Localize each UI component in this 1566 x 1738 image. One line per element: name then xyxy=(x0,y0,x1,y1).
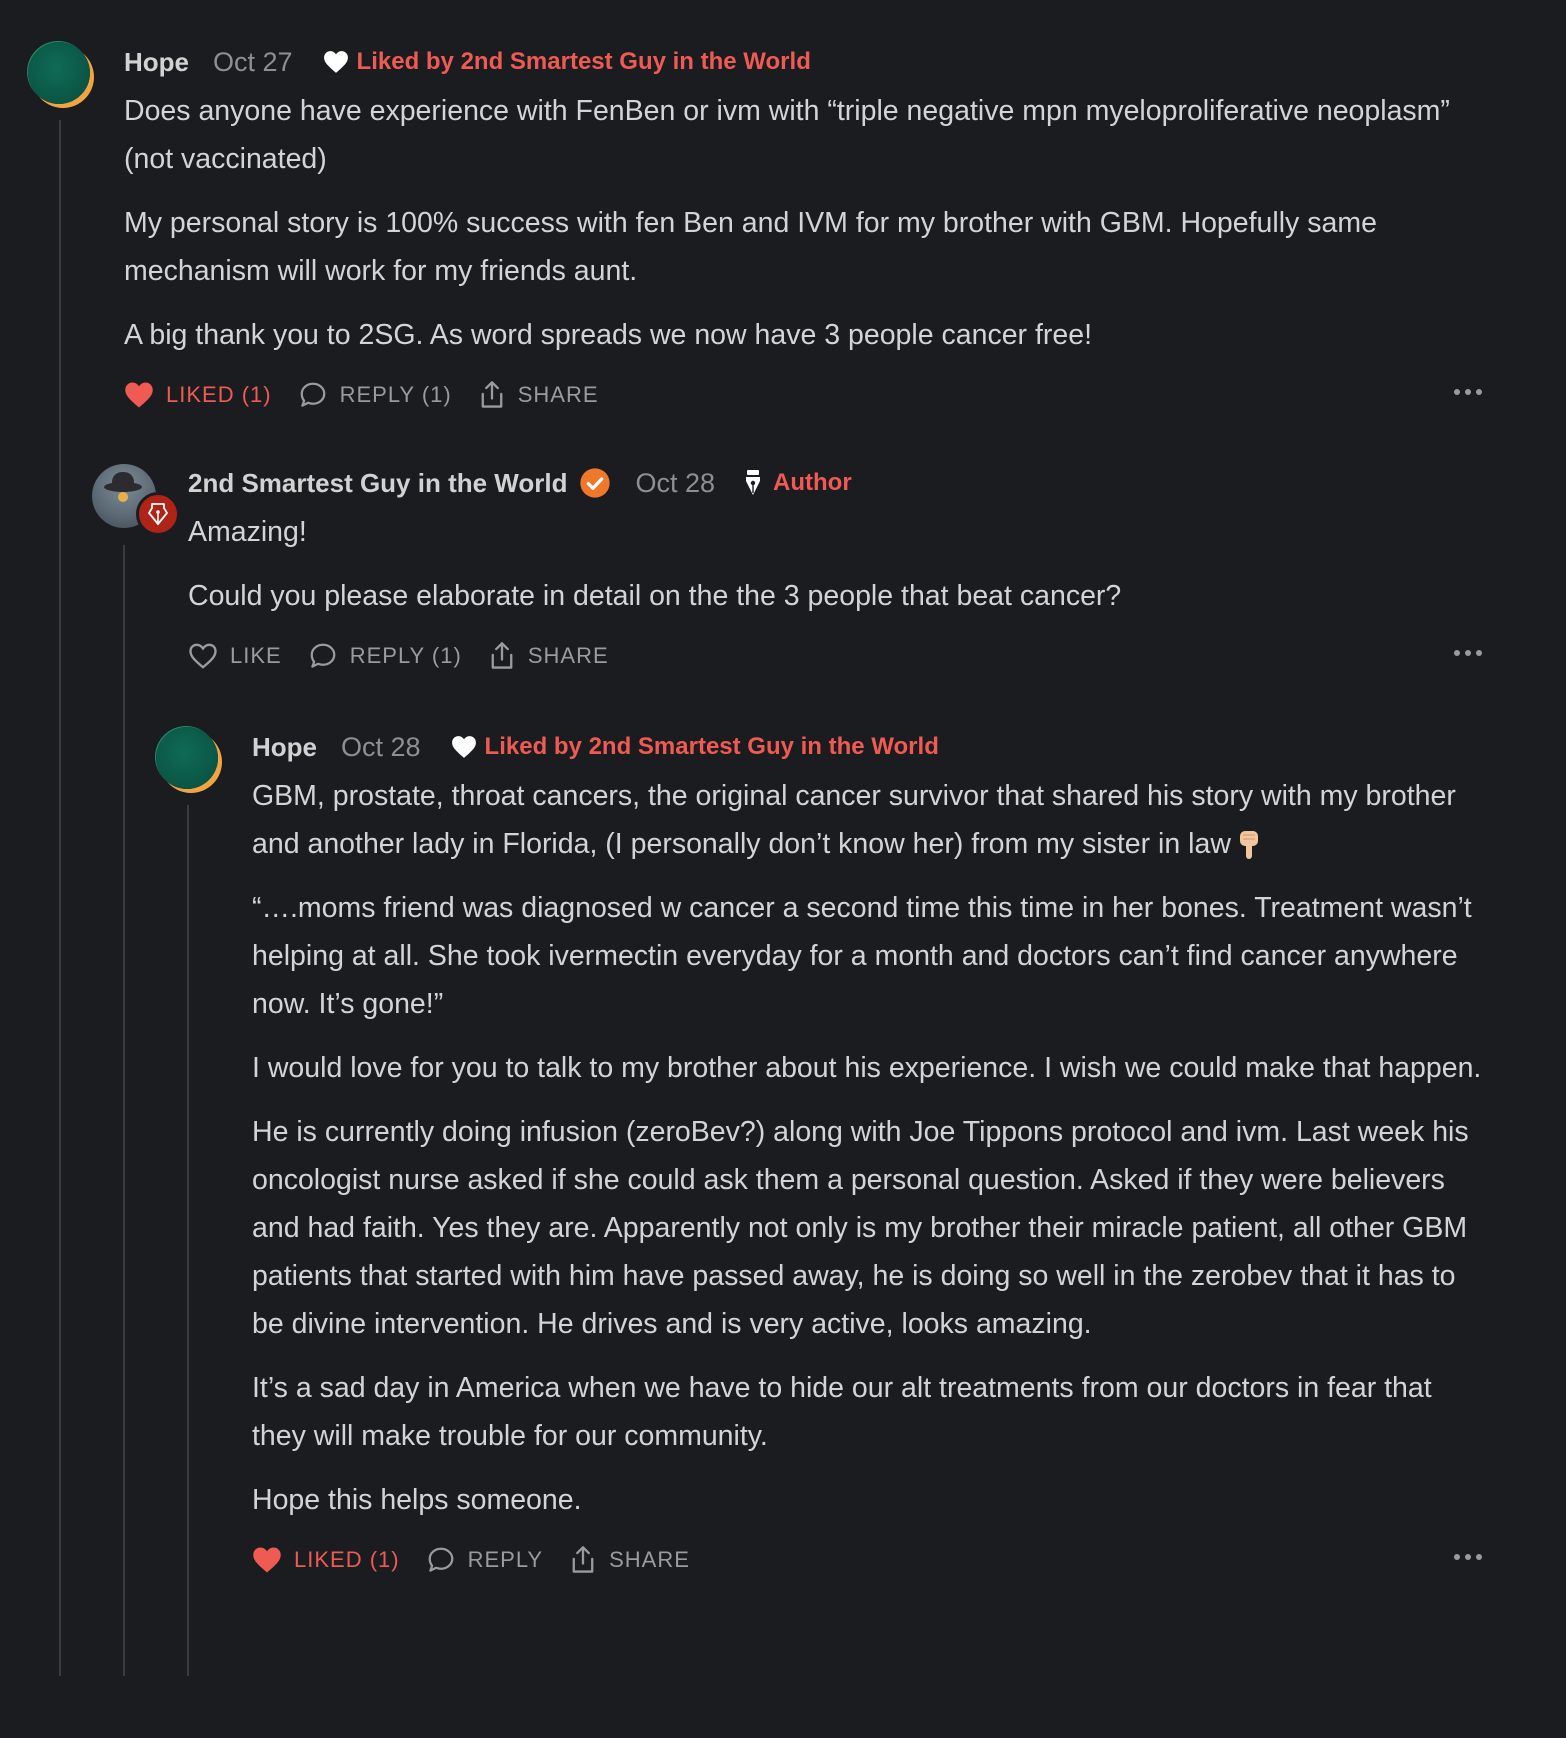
share-icon xyxy=(491,642,513,669)
comment-paragraph: Hope this helps someone. xyxy=(252,1484,582,1516)
liked-by-badge: Liked by 2nd Smartest Guy in the World xyxy=(323,48,811,76)
share-button[interactable]: SHARE xyxy=(569,1545,690,1575)
comment-paragraph: My personal story is 100% success with f… xyxy=(124,207,1377,287)
comment-date[interactable]: Oct 28 xyxy=(341,732,421,763)
author-name[interactable]: 2nd Smartest Guy in the World xyxy=(188,468,567,499)
share-icon xyxy=(572,1546,594,1573)
reply-label: REPLY (1) xyxy=(339,382,452,407)
share-label: SHARE xyxy=(527,643,609,668)
reply-label: REPLY (1) xyxy=(349,643,462,668)
comment-paragraph: He is currently doing infusion (zeroBev?… xyxy=(252,1116,1469,1340)
verified-check-icon xyxy=(580,468,611,498)
like-button[interactable]: LIKED (1) xyxy=(124,381,272,409)
thread-line-3 xyxy=(187,805,189,1676)
thread-line-1 xyxy=(59,120,61,1676)
comment-actions: LIKED (1) REPLY SHARE xyxy=(252,1538,1482,1582)
avatar[interactable] xyxy=(28,42,90,104)
author-name[interactable]: Hope xyxy=(252,732,317,763)
reply-button[interactable]: REPLY (1) xyxy=(298,380,452,410)
comment-paragraph: GBM, prostate, throat cancers, the origi… xyxy=(252,772,1482,868)
comment-actions: LIKE REPLY (1) SHARE xyxy=(188,634,1482,678)
reply-label: REPLY xyxy=(467,1547,544,1572)
comment-body: Amazing! Could you please elaborate in d… xyxy=(188,508,1482,620)
comment: Hope Oct 27 Liked by 2nd Smartest Guy in… xyxy=(124,42,1482,417)
like-label: LIKE xyxy=(230,643,282,668)
avatar[interactable] xyxy=(92,464,180,536)
more-dots-icon[interactable] xyxy=(1454,1546,1482,1568)
author-badge: Author xyxy=(743,469,852,497)
comment-meta: Hope Oct 27 Liked by 2nd Smartest Guy in… xyxy=(124,42,1482,82)
like-label: LIKED (1) xyxy=(166,382,272,407)
comment-meta: Hope Oct 28 Liked by 2nd Smartest Guy in… xyxy=(252,727,1482,767)
like-button[interactable]: LIKE xyxy=(188,642,282,670)
speech-bubble-icon xyxy=(310,643,336,668)
share-label: SHARE xyxy=(517,382,599,407)
comment-body: GBM, prostate, throat cancers, the origi… xyxy=(252,772,1482,1524)
avatar[interactable] xyxy=(156,727,218,789)
heart-filled-icon xyxy=(323,51,348,73)
like-label: LIKED (1) xyxy=(294,1547,400,1572)
more-dots-icon[interactable] xyxy=(1454,381,1482,403)
comment-paragraph: Does anyone have experience with FenBen … xyxy=(124,95,1450,175)
heart-filled-icon xyxy=(125,382,153,408)
comment-date[interactable]: Oct 28 xyxy=(635,468,715,499)
share-button[interactable]: SHARE xyxy=(488,641,609,671)
pen-nib-icon xyxy=(746,470,761,495)
pen-nib-icon xyxy=(136,492,180,536)
comment-paragraph-text: GBM, prostate, throat cancers, the origi… xyxy=(252,780,1456,860)
avatar-glow xyxy=(118,492,128,502)
heart-outline-icon xyxy=(189,643,217,669)
reply-button[interactable]: REPLY (1) xyxy=(308,641,462,671)
comment-paragraph: It’s a sad day in America when we have t… xyxy=(252,1372,1432,1452)
comment-paragraph: Could you please elaborate in detail on … xyxy=(188,580,1122,612)
comment-actions: LIKED (1) REPLY (1) SHARE xyxy=(124,373,1482,417)
speech-bubble-icon xyxy=(300,382,325,407)
share-label: SHARE xyxy=(609,1547,690,1572)
comment: 2nd Smartest Guy in the World Oct 28 Aut… xyxy=(188,463,1482,678)
pointing-down-emoji xyxy=(1239,831,1258,860)
comment-paragraph: “….moms friend was diagnosed w cancer a … xyxy=(252,892,1472,1020)
share-icon xyxy=(481,381,503,408)
comment: Hope Oct 28 Liked by 2nd Smartest Guy in… xyxy=(252,727,1482,1582)
comments-thread: Hope Oct 27 Liked by 2nd Smartest Guy in… xyxy=(0,0,1566,1738)
heart-filled-icon xyxy=(253,1547,281,1573)
liked-by-text: Liked by 2nd Smartest Guy in the World xyxy=(484,733,939,760)
comment-date[interactable]: Oct 27 xyxy=(213,47,293,78)
author-badge-label: Author xyxy=(773,469,852,496)
author-name[interactable]: Hope xyxy=(124,47,189,78)
heart-filled-icon xyxy=(451,736,476,758)
comment-paragraph: Amazing! xyxy=(188,516,307,548)
comment-meta: 2nd Smartest Guy in the World Oct 28 Aut… xyxy=(188,463,1482,503)
speech-bubble-icon xyxy=(428,1547,453,1572)
more-dots-icon[interactable] xyxy=(1454,642,1482,664)
comment-body: Does anyone have experience with FenBen … xyxy=(124,87,1482,359)
reply-button[interactable]: REPLY xyxy=(426,1545,544,1575)
liked-by-badge: Liked by 2nd Smartest Guy in the World xyxy=(451,733,939,761)
liked-by-text: Liked by 2nd Smartest Guy in the World xyxy=(356,48,811,75)
comment-paragraph: I would love for you to talk to my broth… xyxy=(252,1052,1482,1084)
share-button[interactable]: SHARE xyxy=(478,380,599,410)
like-button[interactable]: LIKED (1) xyxy=(252,1546,400,1574)
avatar-hat-brim xyxy=(104,482,142,492)
comment-paragraph: A big thank you to 2SG. As word spreads … xyxy=(124,319,1092,351)
thread-line-2 xyxy=(123,545,125,1676)
